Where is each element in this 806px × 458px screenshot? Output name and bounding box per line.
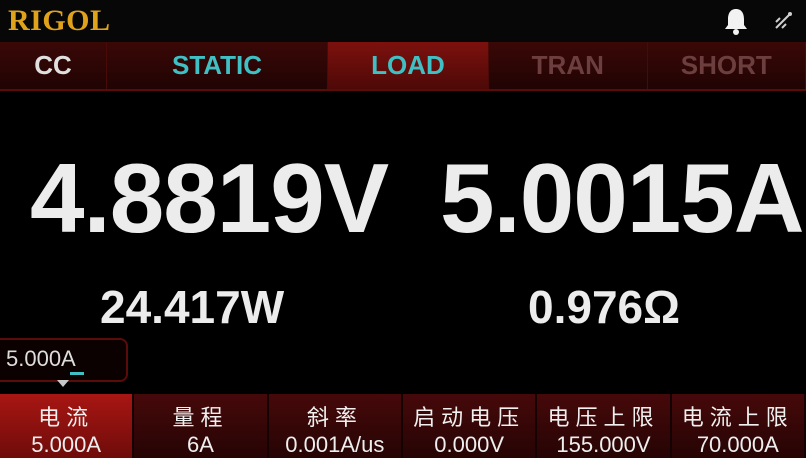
softkey-label: 启动电压 <box>413 405 526 430</box>
softkey-value: 5.000A <box>31 432 102 457</box>
voltage-reading: 4.8819V <box>30 143 389 253</box>
resistance-reading: 0.976Ω <box>528 281 680 333</box>
softkey-label: 斜率 <box>306 405 363 430</box>
tab-short[interactable]: SHORT <box>648 42 806 89</box>
tab-cc[interactable]: CC <box>0 42 107 89</box>
setpoint-input[interactable]: 5.000A <box>0 338 128 382</box>
mode-tab-bar: CC STATIC LOAD TRAN SHORT <box>0 42 806 91</box>
tab-load[interactable]: LOAD <box>328 42 489 89</box>
softkey-bar: 电流 5.000A 量程 6A 斜率 0.001A/us 启动电压 0.000V… <box>0 394 806 458</box>
brand-logo: RIGOL <box>8 4 111 37</box>
bell-icon[interactable] <box>722 6 750 36</box>
tab-static[interactable]: STATIC <box>107 42 328 89</box>
setpoint-value: 5.000A <box>6 346 76 371</box>
tab-tran[interactable]: TRAN <box>489 42 648 89</box>
softkey-start-voltage[interactable]: 启动电压 0.000V <box>402 394 538 458</box>
softkey-value: 70.000A <box>696 432 779 457</box>
softkey-current[interactable]: 电流 5.000A <box>0 394 135 458</box>
current-reading: 5.0015A <box>440 143 805 253</box>
softkey-range[interactable]: 量程 6A <box>134 394 269 458</box>
softkey-label: 电流上限 <box>681 405 794 430</box>
softkey-value: 0.001A/us <box>285 432 385 457</box>
chevron-down-icon <box>57 380 69 387</box>
softkey-label: 电压上限 <box>547 405 660 430</box>
softkey-current-limit[interactable]: 电流上限 70.000A <box>671 394 806 458</box>
softkey-label: 电流 <box>38 405 95 430</box>
status-bar: RIGOL <box>0 0 806 42</box>
softkey-voltage-limit[interactable]: 电压上限 155.000V <box>537 394 672 458</box>
softkey-value: 0.000V <box>434 432 505 457</box>
softkey-slew-rate[interactable]: 斜率 0.001A/us <box>268 394 403 458</box>
softkey-value: 155.000V <box>556 432 651 457</box>
power-reading: 24.417W <box>100 281 285 333</box>
edit-cursor <box>70 372 84 375</box>
softkey-value: 6A <box>187 432 214 457</box>
usb-icon <box>775 12 792 29</box>
softkey-label: 量程 <box>172 405 229 430</box>
